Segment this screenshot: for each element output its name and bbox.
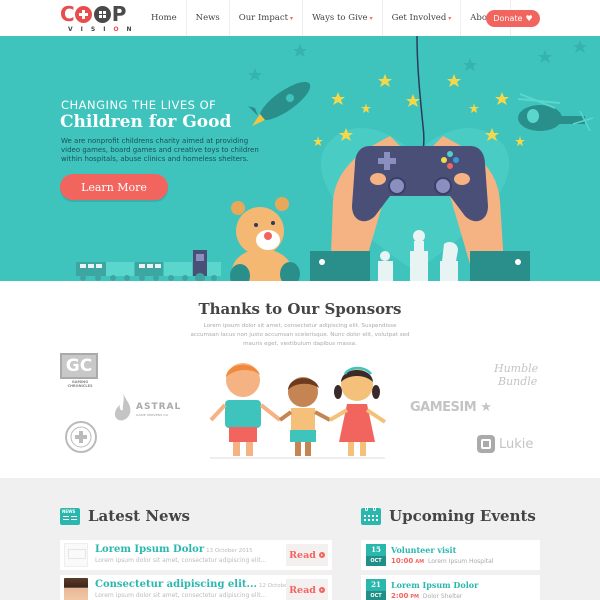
hero-kicker: CHANGING THE LIVES OF [61, 98, 217, 112]
sponsor-logo-gc[interactable]: GC GAMING CHRONICLES [60, 353, 100, 388]
upcoming-events-header: Upcoming Events [361, 505, 536, 525]
read-more-button[interactable]: Read [286, 579, 328, 600]
logo-subtitle: VISION [68, 26, 140, 33]
kids-holding-hands-illustration [209, 363, 387, 459]
hero-description: We are nonprofit childrens charity aimed… [61, 137, 259, 163]
teddy-bear-illustration [230, 197, 300, 281]
chevron-down-icon: ▾ [448, 14, 452, 22]
news-item: Consectetur adipiscing elit... 12 October… [60, 575, 332, 600]
learn-more-button[interactable]: Learn More [60, 174, 168, 200]
kid-girl-right [328, 366, 387, 456]
arrow-circle-right-icon [318, 587, 325, 593]
hero-banner: CHANGING THE LIVES OF Children for Good … [0, 36, 600, 281]
event-item[interactable]: 21 OCT Lorem Ipsum Dolor 2:00 PM Dolor S… [361, 575, 540, 600]
helicopter-illustration [517, 93, 594, 132]
chevron-down-icon: ▾ [369, 14, 373, 22]
event-date-badge: 21 OCT [366, 579, 386, 600]
news-excerpt: Lorem ipsum dolor sit amet, consectetur … [95, 592, 267, 599]
controller-cable [416, 36, 425, 162]
lukie-logo-icon [477, 435, 495, 453]
news-title[interactable]: Consectetur adipiscing elit... 12 October… [95, 579, 305, 590]
gamepad-button-icon [93, 6, 111, 23]
read-more-button[interactable]: Read [286, 544, 328, 566]
event-title: Lorem Ipsum Dolor [391, 580, 479, 590]
news-title[interactable]: Lorem Ipsum Dolor 13 October 2015 [95, 544, 253, 555]
site-header: CP VISION Home News Our Impact ▾ Ways to … [0, 0, 600, 36]
logo-wordmark: CP [60, 2, 126, 26]
news-events-section: NEWS Latest News Upcoming Events Lorem I… [0, 478, 600, 600]
star-icon: ★ [480, 400, 492, 415]
event-meta: 2:00 PM Dolor Shelter [391, 592, 463, 600]
sponsor-logo-humble-bundle[interactable]: Humble Bundle [494, 362, 538, 388]
donate-button[interactable]: Donate ♥ [486, 10, 540, 27]
plus-circle-icon [74, 6, 92, 23]
event-date-badge: 15 OCT [366, 544, 386, 568]
newspaper-icon: NEWS [60, 507, 80, 525]
gamepad-cross-icon [70, 426, 92, 448]
sponsors-title: Thanks to Our Sponsors [198, 300, 402, 318]
kid-boy-left [209, 363, 282, 456]
event-meta: 10:00 AM Lorem Ipsum Hospital [391, 557, 494, 565]
nav-item-get-involved[interactable]: Get Involved ▾ [381, 0, 461, 36]
sponsor-logo-gaming-club[interactable] [65, 421, 97, 453]
coop-vision-logo[interactable]: CP VISION [60, 3, 136, 35]
news-thumbnail-placeholder [64, 543, 88, 567]
sponsor-logo-lukie[interactable]: Lukie [477, 434, 533, 454]
kid-boy-middle [278, 377, 331, 456]
sponsors-description: Lorem ipsum dolor sit amet, consectetur … [190, 323, 410, 347]
calendar-icon [361, 505, 381, 525]
flame-icon [114, 393, 131, 421]
event-title: Volunteer visit [391, 545, 457, 555]
toy-train-illustration [76, 250, 221, 281]
heart-icon: ♥ [525, 14, 533, 23]
nav-item-our-impact[interactable]: Our Impact ▾ [228, 0, 302, 36]
news-thumbnail-photo [64, 578, 88, 600]
latest-news-header: NEWS Latest News [60, 507, 190, 525]
sponsor-logo-gamesim[interactable]: GAMESIM ★ [410, 400, 492, 415]
arrow-circle-right-icon [318, 552, 325, 558]
nav-item-news[interactable]: News [185, 0, 229, 36]
news-excerpt: Lorem ipsum dolor sit amet, consectetur … [95, 557, 267, 564]
nav-item-home[interactable]: Home [142, 0, 186, 36]
event-item[interactable]: 15 OCT Volunteer visit 10:00 AM Lorem Ip… [361, 540, 540, 570]
rocket-illustration [248, 81, 311, 126]
news-date: 13 October 2015 [206, 548, 253, 554]
nav-item-ways-to-give[interactable]: Ways to Give ▾ [302, 0, 382, 36]
chevron-down-icon: ▾ [290, 14, 294, 22]
hero-title: Children for Good [60, 112, 232, 132]
news-item: Lorem Ipsum Dolor 13 October 2015 Lorem i… [60, 540, 332, 570]
